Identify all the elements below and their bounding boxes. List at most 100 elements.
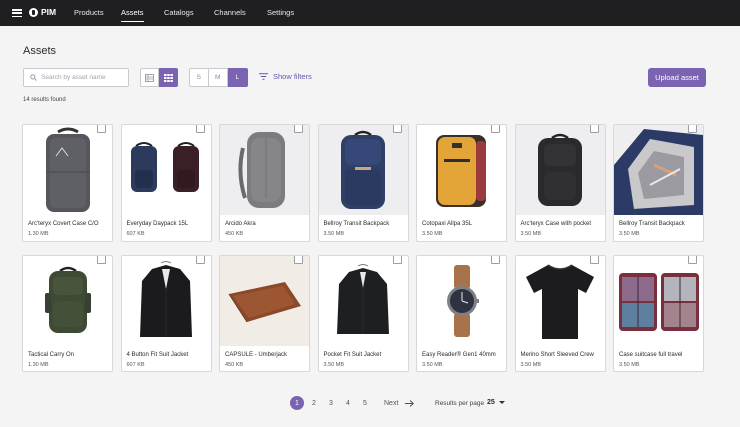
view-toggle bbox=[140, 68, 178, 87]
select-checkbox[interactable] bbox=[491, 124, 500, 133]
page-2-button[interactable]: 2 bbox=[307, 396, 321, 410]
asset-thumbnail bbox=[417, 125, 506, 215]
grid-view-button[interactable] bbox=[159, 68, 178, 87]
asset-card[interactable]: Tactical Carry On 1.30 MB bbox=[22, 254, 113, 372]
asset-name: 4 Button Fit Suit Jacket bbox=[126, 351, 189, 358]
select-checkbox[interactable] bbox=[195, 124, 205, 133]
yellow-backpack-icon bbox=[435, 135, 486, 207]
select-checkbox[interactable] bbox=[97, 255, 106, 264]
asset-size: 3.50 MB bbox=[619, 231, 640, 237]
watch-icon bbox=[446, 264, 479, 337]
arrow-right-icon[interactable] bbox=[405, 399, 415, 407]
search-input[interactable] bbox=[41, 74, 121, 81]
search-box[interactable] bbox=[23, 68, 129, 87]
nav-assets[interactable]: Assets bbox=[121, 0, 144, 26]
asset-thumbnail bbox=[516, 256, 605, 346]
asset-card[interactable]: Arc'teryx Case with pocket 3.50 MB bbox=[514, 124, 606, 242]
nav-channels[interactable]: Channels bbox=[214, 0, 246, 26]
asset-thumbnail bbox=[23, 125, 112, 215]
asset-card[interactable]: Cotopaxi Allpa 35L 3.50 MB bbox=[416, 124, 507, 242]
upload-asset-button[interactable]: Upload asset bbox=[648, 68, 706, 87]
black-tshirt-icon bbox=[526, 263, 594, 339]
size-m-button[interactable]: M bbox=[208, 68, 228, 87]
asset-size: 1.30 MB bbox=[28, 361, 49, 368]
asset-size: 607 KB bbox=[126, 361, 145, 368]
grid-view-icon bbox=[164, 73, 173, 82]
menu-icon[interactable] bbox=[12, 9, 22, 18]
asset-thumbnail bbox=[23, 256, 112, 346]
asset-name: Easy Reader® Gen1 40mm bbox=[422, 351, 496, 358]
select-checkbox[interactable] bbox=[392, 124, 402, 133]
logo-icon bbox=[29, 7, 38, 17]
asset-thumbnail bbox=[614, 125, 703, 215]
asset-card[interactable]: Bellroy Transit Backpack 3.50 MB bbox=[317, 124, 409, 242]
asset-card[interactable]: Easy Reader® Gen1 40mm 3.50 MB bbox=[416, 254, 507, 372]
show-filters-label: Show filters bbox=[273, 72, 312, 81]
suit-jacket-icon bbox=[140, 260, 192, 337]
select-checkbox[interactable] bbox=[97, 124, 106, 133]
green-backpack-icon bbox=[44, 266, 91, 333]
asset-card[interactable]: Arcido Akra 450 KB bbox=[219, 124, 310, 242]
results-per-page-label: Results per page bbox=[435, 400, 485, 407]
nav-products[interactable]: Products bbox=[74, 0, 104, 26]
asset-thumbnail bbox=[220, 125, 309, 215]
asset-thumbnail bbox=[122, 125, 211, 215]
app-name: PIM bbox=[41, 7, 57, 17]
asset-name: Cotopaxi Allpa 35L bbox=[422, 221, 473, 227]
asset-name: Merino Short Sleeved Crew bbox=[520, 351, 594, 358]
asset-card[interactable]: 4 Button Fit Suit Jacket 607 KB bbox=[120, 254, 212, 372]
nav-catalogs[interactable]: Catalogs bbox=[164, 0, 194, 26]
page-4-button[interactable]: 4 bbox=[341, 396, 355, 410]
asset-thumbnail bbox=[319, 256, 408, 346]
select-checkbox[interactable] bbox=[294, 124, 303, 133]
select-checkbox[interactable] bbox=[589, 124, 599, 133]
next-page-button[interactable]: Next bbox=[384, 400, 398, 407]
chevron-down-icon bbox=[498, 401, 505, 404]
thumbnail-size-toggle: S M L bbox=[189, 68, 248, 87]
nav-settings[interactable]: Settings bbox=[267, 0, 294, 26]
list-view-button[interactable] bbox=[140, 68, 159, 87]
list-view-icon bbox=[145, 73, 154, 82]
select-checkbox[interactable] bbox=[294, 255, 303, 264]
show-filters-button[interactable]: Show filters bbox=[259, 72, 312, 81]
asset-name: Arcido Akra bbox=[225, 221, 256, 227]
app-logo[interactable]: PIM bbox=[29, 7, 56, 17]
asset-card[interactable]: Pocket Fit Suit Jacket 3.50 MB bbox=[317, 254, 409, 372]
asset-name: Arc'teryx Case with pocket bbox=[520, 221, 592, 227]
asset-size: 3.50 MB bbox=[323, 231, 344, 237]
results-count: 14 results found bbox=[23, 97, 66, 103]
page-3-button[interactable]: 3 bbox=[324, 396, 338, 410]
asset-card[interactable]: Arc'teryx Covert Case C/O 1.30 MB bbox=[22, 124, 113, 242]
asset-size: 3.50 MB bbox=[422, 231, 443, 237]
select-checkbox[interactable] bbox=[688, 255, 697, 264]
asset-thumbnail bbox=[220, 255, 309, 346]
asset-size: 607 KB bbox=[126, 231, 145, 237]
asset-card[interactable]: Bellroy Transit Backpack 3.50 MB bbox=[613, 124, 704, 242]
page-1-button[interactable]: 1 bbox=[290, 396, 304, 410]
grey-backpack-icon bbox=[237, 132, 285, 208]
asset-card[interactable]: Everyday Daypack 15L 607 KB bbox=[120, 124, 212, 242]
asset-card[interactable]: CAPSULE - Umberjack 450 KB bbox=[219, 254, 310, 372]
open-backpack-icon bbox=[614, 129, 703, 215]
results-per-page-value: 25 bbox=[487, 399, 495, 406]
grey-duffel-backpack-icon bbox=[45, 127, 90, 212]
size-l-button[interactable]: L bbox=[228, 68, 248, 87]
select-checkbox[interactable] bbox=[491, 255, 500, 264]
select-checkbox[interactable] bbox=[589, 255, 599, 264]
page-5-button[interactable]: 5 bbox=[358, 396, 372, 410]
results-per-page-select[interactable]: 25 bbox=[487, 399, 505, 406]
asset-name: Case suitcase full travel bbox=[619, 351, 683, 358]
asset-thumbnail bbox=[614, 256, 703, 346]
asset-size: 3.50 MB bbox=[520, 361, 541, 368]
select-checkbox[interactable] bbox=[195, 255, 205, 264]
asset-card[interactable]: Case suitcase full travel 3.50 MB bbox=[613, 254, 704, 372]
pagination: 1 2 3 4 5 Next bbox=[290, 396, 415, 410]
search-icon bbox=[30, 74, 37, 81]
asset-size: 1.30 MB bbox=[28, 231, 49, 237]
asset-card[interactable]: Merino Short Sleeved Crew 3.50 MB bbox=[514, 254, 606, 372]
select-checkbox[interactable] bbox=[392, 255, 402, 264]
size-s-button[interactable]: S bbox=[189, 68, 209, 87]
select-checkbox[interactable] bbox=[688, 124, 697, 133]
asset-name: Pocket Fit Suit Jacket bbox=[323, 351, 382, 358]
asset-grid: Arc'teryx Covert Case C/O 1.30 MB Everyd… bbox=[22, 124, 708, 372]
